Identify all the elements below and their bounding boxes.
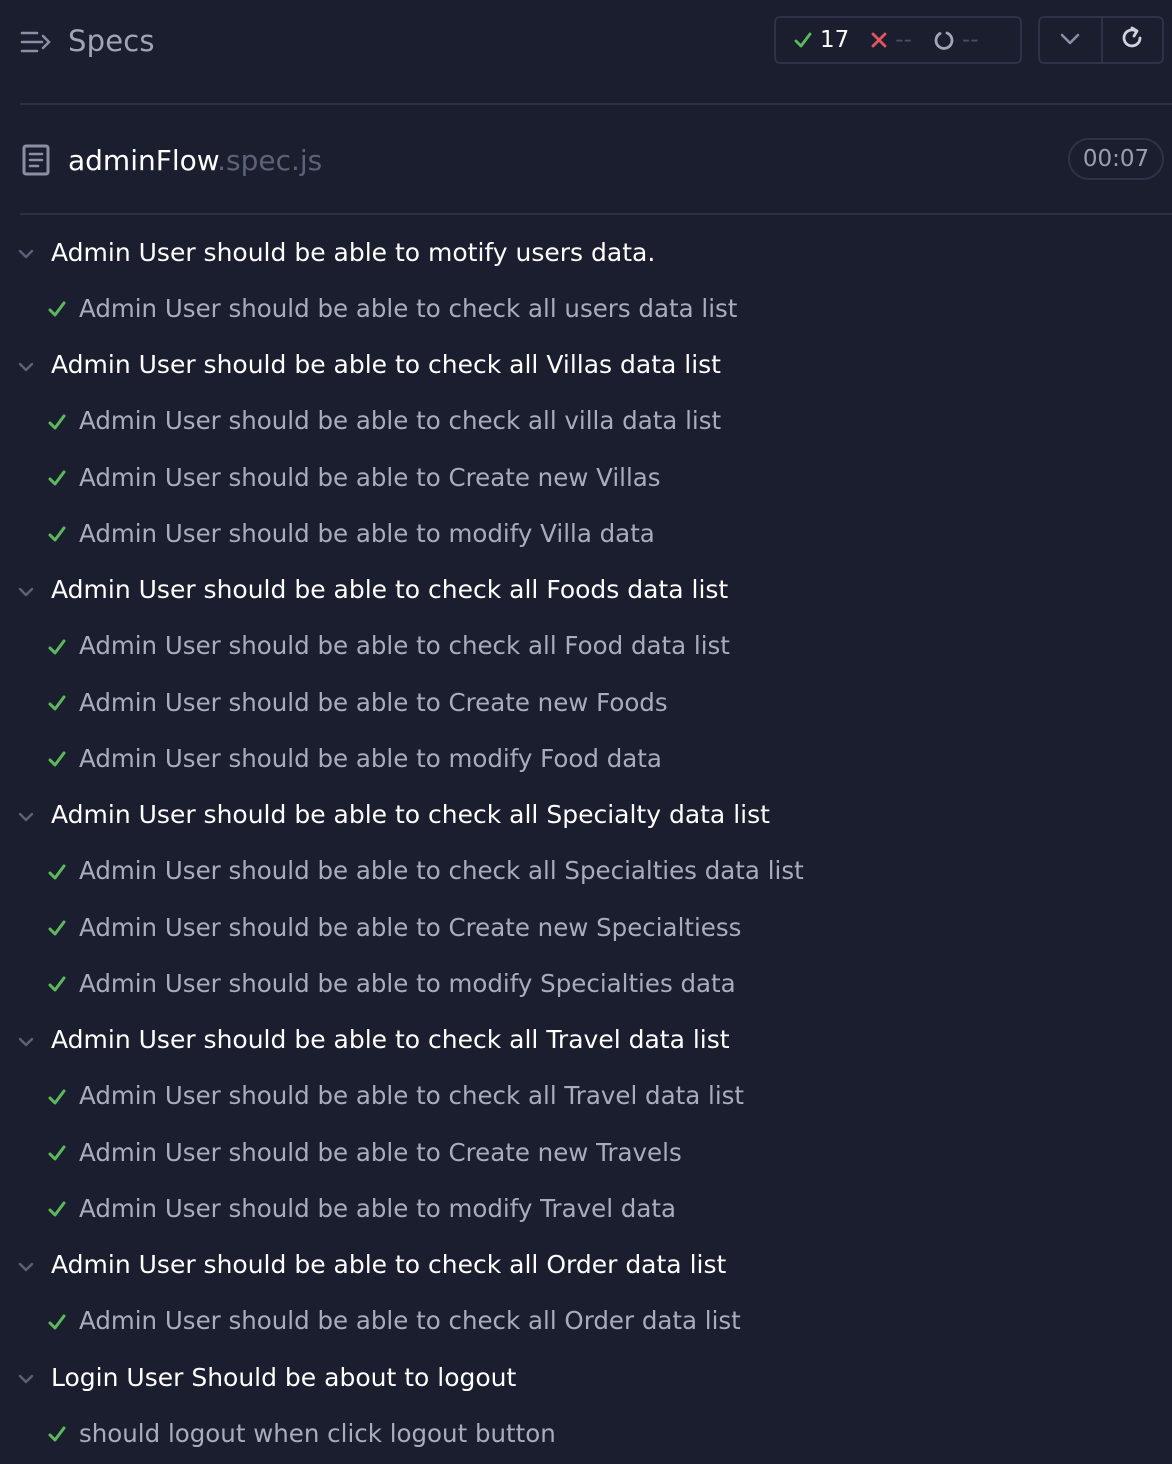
suite-title: Admin User should be able to check all O… <box>51 1250 727 1280</box>
chevron-down-icon[interactable] <box>17 808 35 827</box>
document-icon <box>22 144 50 180</box>
suite-row[interactable]: Admin User should be able to check all O… <box>0 1237 1172 1293</box>
check-icon <box>47 469 67 491</box>
chevron-down-icon[interactable] <box>17 1258 35 1277</box>
test-row[interactable]: Admin User should be able to Create new … <box>0 449 1172 505</box>
passed-stat: 17 <box>794 27 849 53</box>
chevron-down-icon[interactable] <box>17 358 35 377</box>
suite-title: Admin User should be able to check all F… <box>51 575 729 605</box>
test-title: Admin User should be able to modify Food… <box>79 743 662 773</box>
test-row[interactable]: Admin User should be able to check all T… <box>0 1068 1172 1124</box>
test-title: Admin User should be able to Create new … <box>79 687 668 717</box>
spec-file-name: adminFlow.spec.js <box>68 144 322 177</box>
test-title: Admin User should be able to modify Spec… <box>79 968 736 998</box>
suite-row[interactable]: Admin User should be able to check all S… <box>0 787 1172 843</box>
check-icon <box>47 750 67 772</box>
test-title: Admin User should be able to Create new … <box>79 1137 682 1167</box>
check-icon <box>47 638 67 660</box>
test-title: Admin User should be able to check all T… <box>79 1081 744 1111</box>
test-row[interactable]: Admin User should be able to modify Trav… <box>0 1180 1172 1236</box>
check-icon <box>47 413 67 435</box>
suite-row[interactable]: Admin User should be able to check all V… <box>0 337 1172 393</box>
test-title: Admin User should be able to check all v… <box>79 406 722 436</box>
file-divider <box>20 213 1172 215</box>
test-title: Admin User should be able to check all F… <box>79 631 730 661</box>
passed-count: 17 <box>820 27 850 53</box>
suite-title: Login User Should be about to logout <box>51 1362 517 1392</box>
check-icon <box>47 975 67 997</box>
chevron-down-icon[interactable] <box>17 583 35 602</box>
test-title: Admin User should be able to modify Trav… <box>79 1193 676 1223</box>
test-title: should logout when click logout button <box>79 1418 556 1448</box>
check-icon <box>47 1144 67 1166</box>
page-title: Specs <box>68 24 155 58</box>
test-title: Admin User should be able to check all O… <box>79 1306 741 1336</box>
pending-stat: -- <box>934 27 979 53</box>
test-stats: 17 -- -- <box>774 16 1022 64</box>
test-title: Admin User should be able to check all S… <box>79 856 804 886</box>
spec-file-row[interactable]: adminFlow.spec.js 00:07 <box>0 106 1172 214</box>
check-icon <box>47 919 67 941</box>
duration-badge: 00:07 <box>1068 138 1164 180</box>
test-title: Admin User should be able to Create new … <box>79 462 661 492</box>
test-row[interactable]: Admin User should be able to check all F… <box>0 618 1172 674</box>
check-icon <box>794 32 812 48</box>
suite-row[interactable]: Admin User should be able to check all F… <box>0 562 1172 618</box>
test-title: Admin User should be able to check all u… <box>79 293 738 323</box>
check-icon <box>47 694 67 716</box>
rerun-button[interactable] <box>1100 18 1162 62</box>
test-row[interactable]: Admin User should be able to check all v… <box>0 393 1172 449</box>
suite-title: Admin User should be able to check all V… <box>51 350 721 380</box>
chevron-down-icon[interactable] <box>17 1370 35 1389</box>
spec-file-base: adminFlow <box>68 144 218 177</box>
pending-spinner-icon <box>934 30 954 50</box>
pending-count: -- <box>961 27 979 53</box>
x-icon <box>871 32 887 48</box>
test-row[interactable]: Admin User should be able to Create new … <box>0 674 1172 730</box>
suite-row[interactable]: Admin User should be able to motify user… <box>0 224 1172 280</box>
header-divider <box>20 103 1172 105</box>
suite-title: Admin User should be able to check all S… <box>51 800 770 830</box>
chevron-down-icon[interactable] <box>17 1033 35 1052</box>
collapse-button[interactable] <box>1040 18 1101 62</box>
test-row[interactable]: Admin User should be able to check all u… <box>0 280 1172 336</box>
test-tree: Admin User should be able to motify user… <box>0 224 1172 1462</box>
test-title: Admin User should be able to Create new … <box>79 912 742 942</box>
spec-file-ext: .spec.js <box>217 144 323 177</box>
suite-title: Admin User should be able to check all T… <box>51 1025 730 1055</box>
check-icon <box>47 1088 67 1110</box>
header: Specs 17 -- -- <box>0 0 1172 84</box>
suite-title: Admin User should be able to motify user… <box>51 237 656 267</box>
check-icon <box>47 863 67 885</box>
check-icon <box>47 1200 67 1222</box>
controls <box>1038 16 1164 64</box>
test-row[interactable]: Admin User should be able to Create new … <box>0 899 1172 955</box>
chevron-down-icon[interactable] <box>17 245 35 264</box>
menu-icon[interactable] <box>20 29 52 55</box>
test-row[interactable]: Admin User should be able to modify Spec… <box>0 955 1172 1011</box>
failed-count: -- <box>895 27 912 53</box>
test-row[interactable]: should logout when click logout button <box>0 1405 1172 1461</box>
check-icon <box>47 1313 67 1335</box>
suite-row[interactable]: Login User Should be about to logout <box>0 1349 1172 1405</box>
failed-stat: -- <box>871 27 912 53</box>
check-icon <box>47 525 67 547</box>
check-icon <box>47 300 67 322</box>
refresh-icon <box>1119 25 1145 55</box>
test-title: Admin User should be able to modify Vill… <box>79 518 655 548</box>
test-row[interactable]: Admin User should be able to Create new … <box>0 1124 1172 1180</box>
test-row[interactable]: Admin User should be able to modify Food… <box>0 730 1172 786</box>
test-row[interactable]: Admin User should be able to check all S… <box>0 843 1172 899</box>
test-row[interactable]: Admin User should be able to modify Vill… <box>0 505 1172 561</box>
check-icon <box>47 1425 67 1447</box>
test-row[interactable]: Admin User should be able to check all O… <box>0 1293 1172 1349</box>
suite-row[interactable]: Admin User should be able to check all T… <box>0 1012 1172 1068</box>
chevron-down-icon <box>1059 31 1081 50</box>
